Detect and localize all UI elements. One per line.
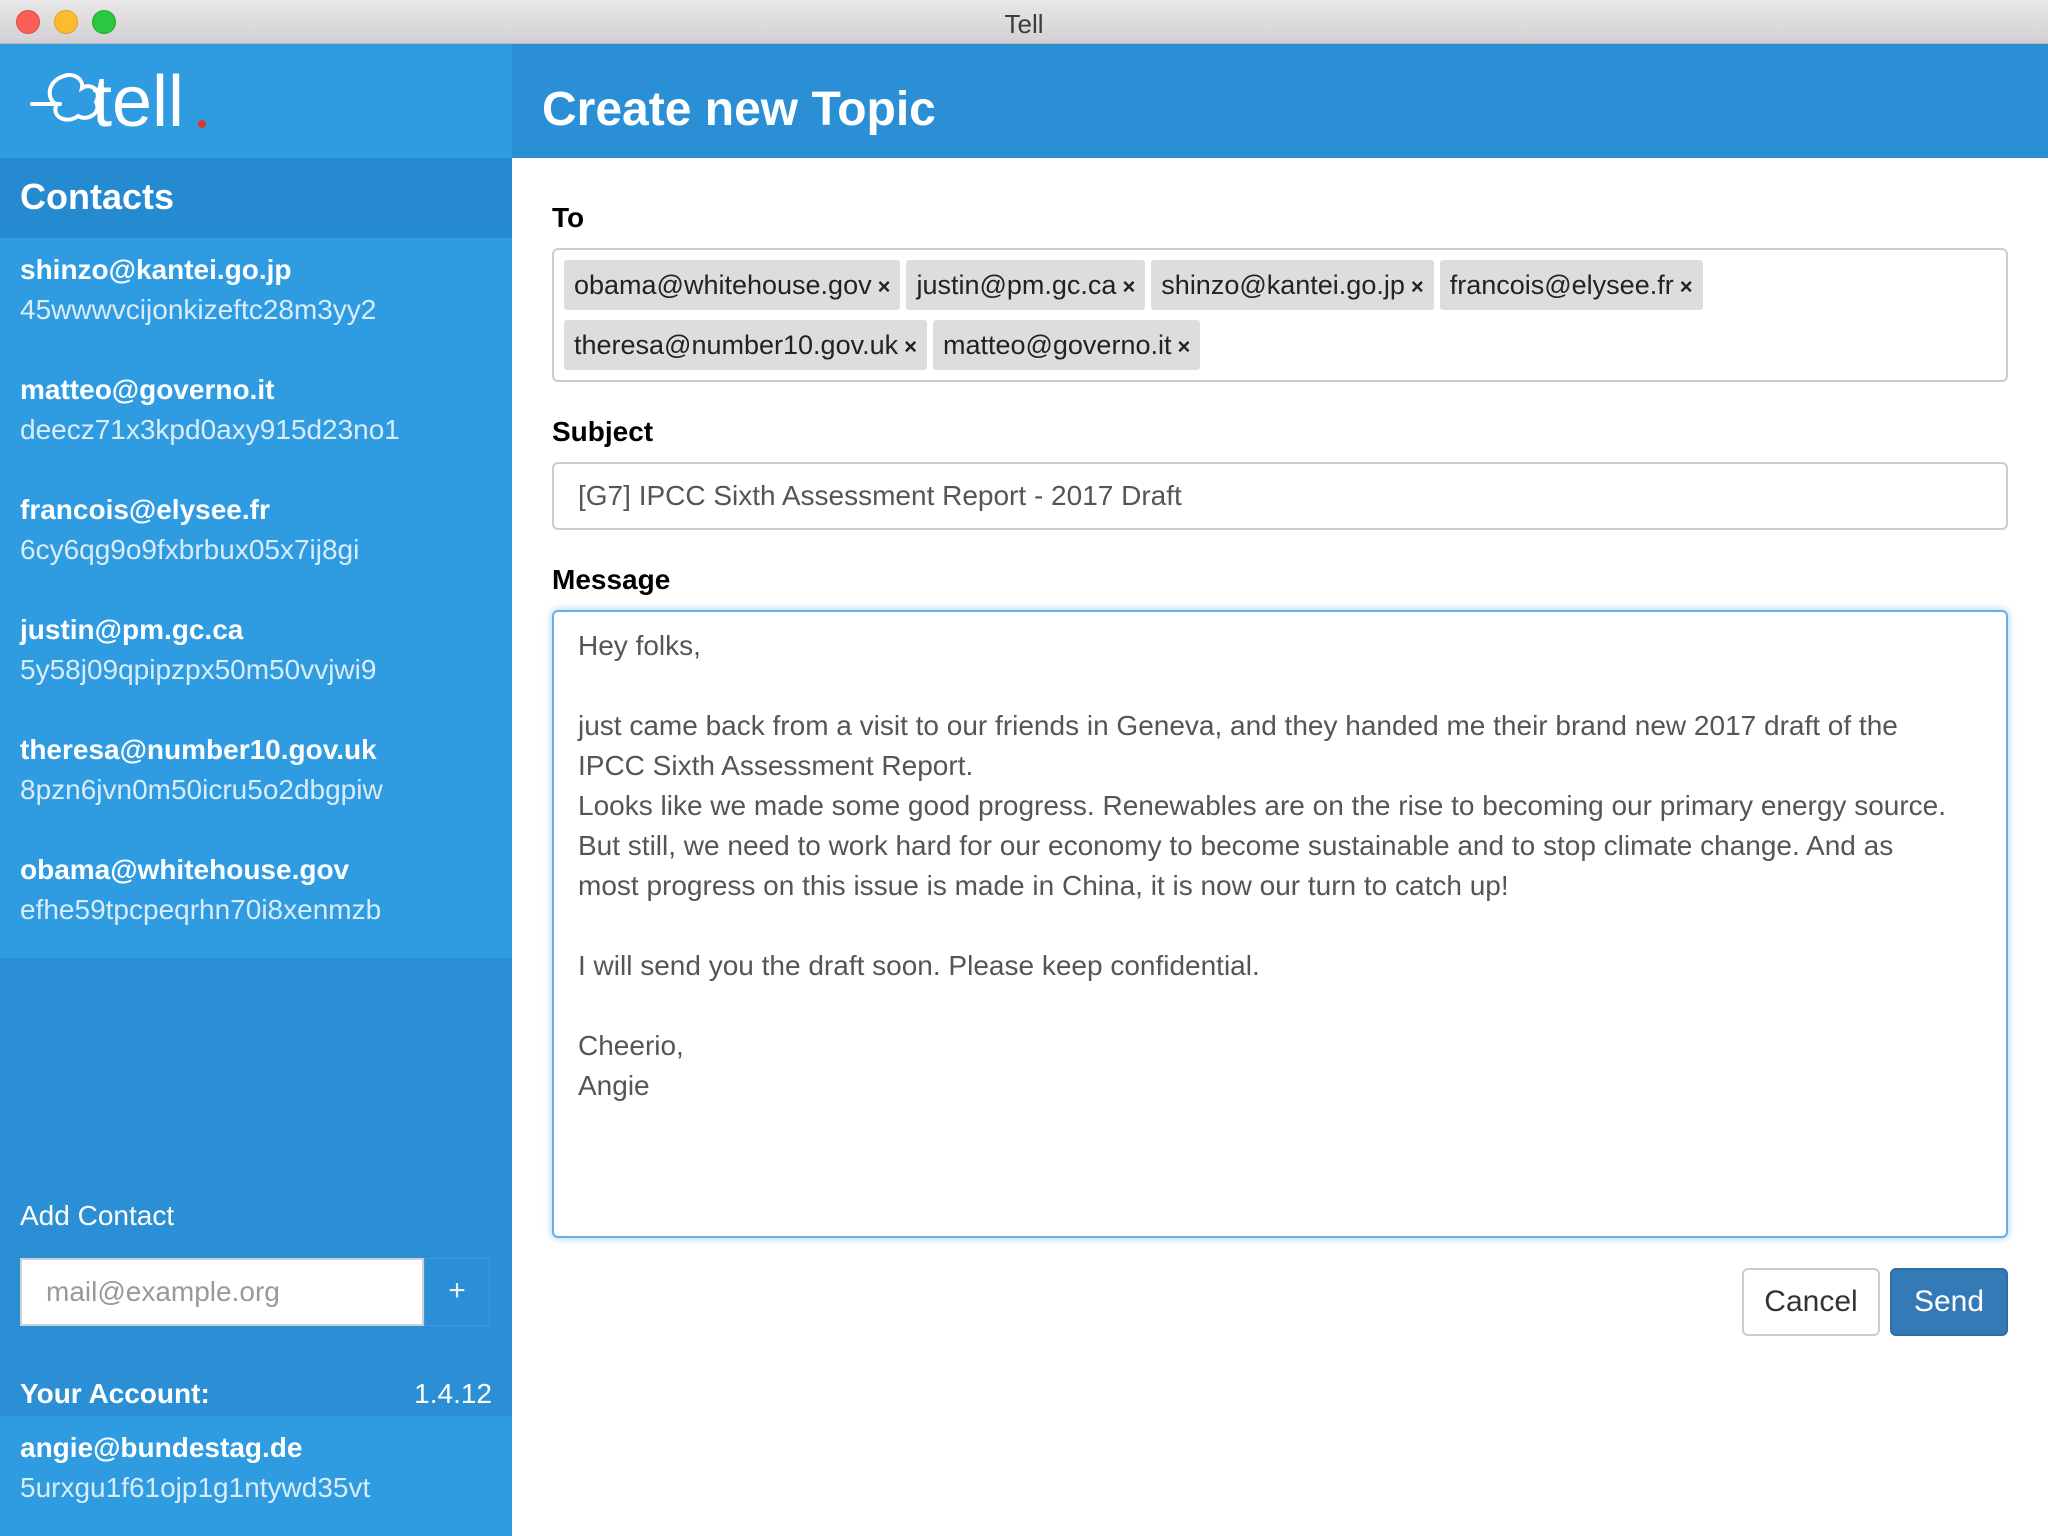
remove-recipient-icon[interactable]: × (904, 334, 917, 359)
message-line: I will send you the draft soon. Please k… (578, 950, 1260, 981)
main-header: Create new Topic (512, 44, 2048, 158)
message-line: But still, we need to work hard for our … (578, 830, 1894, 861)
account-email: angie@bundestag.de (20, 1432, 303, 1463)
contact-item[interactable]: shinzo@kantei.go.jp 45wwwvcijonkizeftc28… (0, 238, 512, 358)
recipient-email: matteo@governo.it (942, 330, 1172, 360)
account-card: angie@bundestag.de 5urxgu1f61ojp1g1ntywd… (0, 1416, 512, 1536)
message-line: just came back from a visit to our frien… (578, 710, 1898, 741)
sidebar: tell Contacts shinzo@kantei.go.jp 45wwwv… (0, 44, 512, 1536)
tell-logo-icon: tell (30, 62, 206, 142)
add-contact-button[interactable]: + (424, 1258, 490, 1326)
message-line: most progress on this issue is made in C… (578, 870, 1509, 901)
recipient-tag: francois@elysee.fr × (1439, 260, 1703, 310)
account-label: Your Account: (20, 1378, 210, 1409)
subject-label: Subject (552, 416, 654, 447)
window-title: Tell (1004, 9, 1044, 39)
message-line: Angie (578, 1070, 650, 1101)
account-header: Your Account: 1.4.12 (20, 1378, 492, 1418)
recipient-email: obama@whitehouse.gov (574, 270, 872, 300)
contact-email: theresa@number10.gov.uk (20, 734, 377, 765)
contact-item[interactable]: justin@pm.gc.ca 5y58j09qpipzpx50m50vvjwi… (0, 598, 512, 718)
remove-recipient-icon[interactable]: × (1411, 274, 1424, 299)
remove-recipient-icon[interactable]: × (1680, 274, 1693, 299)
contact-item[interactable]: obama@whitehouse.gov efhe59tpcpeqrhn70i8… (0, 838, 512, 958)
recipients-field[interactable]: obama@whitehouse.gov × justin@pm.gc.ca × shi… (552, 248, 2008, 382)
contact-email: matteo@governo.it (20, 374, 275, 405)
send-button[interactable]: Send (1890, 1268, 2008, 1336)
contact-key: 45wwwvcijonkizeftc28m3yy2 (20, 294, 377, 325)
message-line: Looks like we made some good progress. R… (578, 790, 1947, 821)
window-titlebar: Tell (0, 0, 2048, 44)
contact-key: 6cy6qg9o9fxbrbux05x7ij8gi (20, 534, 360, 565)
message-line (578, 666, 1982, 706)
contact-item[interactable]: francois@elysee.fr 6cy6qg9o9fxbrbux05x7i… (0, 478, 512, 598)
remove-recipient-icon[interactable]: × (1122, 274, 1135, 299)
remove-recipient-icon[interactable]: × (878, 274, 891, 299)
contact-key: 8pzn6jvn0m50icru5o2dbgpiw (20, 774, 383, 805)
contact-email: obama@whitehouse.gov (20, 854, 350, 885)
contact-key: efhe59tpcpeqrhn70i8xenmzb (20, 894, 382, 925)
recipient-tag: obama@whitehouse.gov × (564, 260, 901, 310)
add-contact-label: Add Contact (20, 1200, 175, 1231)
contact-key: 5y58j09qpipzpx50m50vvjwi9 (20, 654, 377, 685)
account-key: 5urxgu1f61ojp1g1ntywd35vt (20, 1472, 371, 1503)
message-textarea[interactable]: Hey folks, just came back from a visit t… (552, 610, 2008, 1238)
contact-list: shinzo@kantei.go.jp 45wwwvcijonkizeftc28… (0, 238, 512, 958)
message-line (578, 906, 1982, 946)
message-line (578, 986, 1982, 1026)
message-line: IPCC Sixth Assessment Report. (578, 750, 974, 781)
message-label: Message (552, 564, 671, 595)
logo-text: tell (92, 62, 184, 142)
recipient-email: shinzo@kantei.go.jp (1161, 270, 1405, 300)
add-contact-input[interactable] (20, 1258, 424, 1326)
contact-email: francois@elysee.fr (20, 494, 270, 525)
recipient-email: justin@pm.gc.ca (916, 270, 1117, 300)
recipient-tag: theresa@number10.gov.uk × (564, 320, 927, 370)
recipient-email: francois@elysee.fr (1449, 270, 1674, 300)
message-line: Cheerio, (578, 1030, 684, 1061)
app-version: 1.4.12 (414, 1378, 492, 1409)
contacts-heading-label: Contacts (20, 176, 175, 217)
contacts-heading: Contacts (0, 158, 512, 238)
page-title: Create new Topic (542, 83, 936, 136)
message-line: Hey folks, (578, 630, 701, 661)
contact-email: shinzo@kantei.go.jp (20, 254, 292, 285)
contact-email: justin@pm.gc.ca (20, 614, 244, 645)
contact-item[interactable]: matteo@governo.it deecz71x3kpd0axy915d23… (0, 358, 512, 478)
recipient-tag: matteo@governo.it × (932, 320, 1201, 370)
subject-input[interactable]: [G7] IPCC Sixth Assessment Report - 2017… (552, 462, 2008, 530)
cancel-button[interactable]: Cancel (1742, 1268, 1880, 1336)
contact-key: deecz71x3kpd0axy915d23no1 (20, 414, 400, 445)
contact-item[interactable]: theresa@number10.gov.uk 8pzn6jvn0m50icru… (0, 718, 512, 838)
remove-recipient-icon[interactable]: × (1177, 334, 1190, 359)
recipient-tag: shinzo@kantei.go.jp × (1151, 260, 1434, 310)
add-contact-form: + (20, 1258, 490, 1326)
to-label: To (552, 202, 585, 233)
recipient-email: theresa@number10.gov.uk (574, 330, 899, 360)
recipient-tag: justin@pm.gc.ca × (906, 260, 1146, 310)
app-logo: tell (0, 44, 512, 158)
